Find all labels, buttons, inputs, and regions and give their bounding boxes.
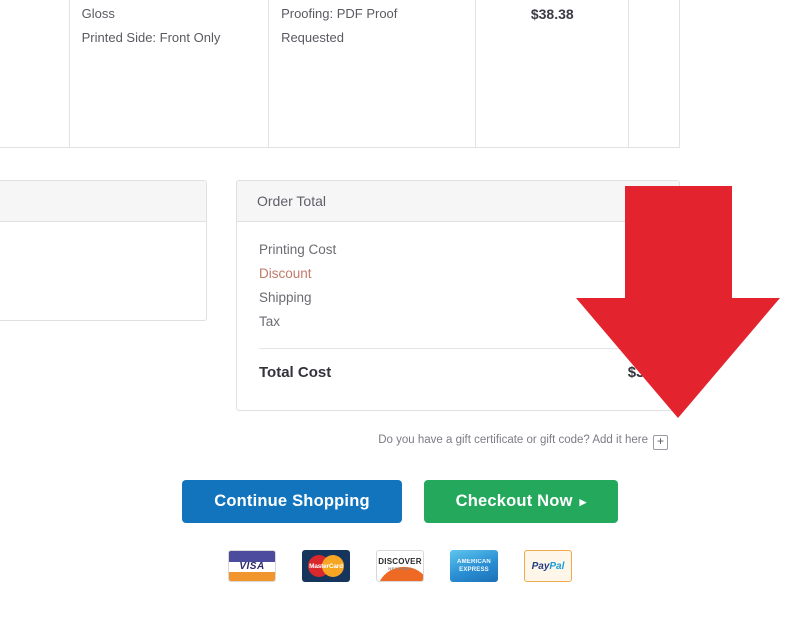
- discover-icon: DISCOVER NETWORK: [376, 550, 424, 582]
- spec-proofing-continued: Requested: [281, 30, 344, 45]
- order-total-row-discount: Discount: [259, 262, 657, 286]
- order-total-panel-body: Printing Cost $ Discount Shipping Tax To…: [237, 222, 679, 395]
- paypal-icon: Pay Pal: [524, 550, 572, 582]
- paypal-label-pay: Pay: [531, 560, 550, 572]
- cart-item-specs-cell: Size: 3.5" x 5" Paper Type: 14 pt. Cards…: [70, 0, 270, 147]
- checkout-now-button[interactable]: Checkout Now ▸: [424, 480, 618, 523]
- printing-cost-value: $: [649, 242, 657, 257]
- visa-icon: VISA: [228, 550, 276, 582]
- cart-item-table: Size: 3.5" x 5" Paper Type: 14 pt. Cards…: [0, 0, 680, 148]
- delivery-date-panel: livery Date w options: [0, 180, 207, 321]
- plus-icon[interactable]: +: [653, 435, 668, 450]
- cart-item-price-cell: $38.38: [476, 0, 630, 147]
- spec-proofing: Proofing: PDF Proof: [281, 6, 398, 21]
- delivery-date-panel-body: w options: [0, 222, 206, 301]
- visa-bottom-band: [229, 572, 275, 581]
- checkout-now-label: Checkout Now: [455, 492, 573, 510]
- spec-printed-side: Printed Side: Front Only: [81, 30, 221, 45]
- printing-cost-label: Printing Cost: [259, 242, 337, 257]
- discover-sublabel: NETWORK: [388, 566, 412, 571]
- paypal-label-pal: Pal: [549, 560, 565, 572]
- mastercard-label: MasterCard: [309, 562, 343, 570]
- spec-paper-finish: Gloss: [81, 6, 115, 21]
- cart-action-buttons: Continue Shopping Checkout Now ▸: [0, 480, 800, 523]
- accepted-payment-methods: VISA MasterCard DISCOVER NETWORK AMERICA…: [0, 550, 800, 582]
- order-total-row-tax: Tax: [259, 310, 657, 334]
- visa-label: VISA: [239, 560, 265, 572]
- chevron-right-icon: ▸: [579, 493, 587, 509]
- discount-label: Discount: [259, 266, 312, 281]
- cart-item-thumbnail-cell: [0, 0, 70, 147]
- mastercard-icon: MasterCard: [302, 550, 350, 582]
- gift-code-text: Do you have a gift certificate or gift c…: [378, 434, 648, 446]
- cart-item-price: $38.38: [530, 6, 574, 22]
- tax-label: Tax: [259, 314, 281, 329]
- order-total-panel: Order Total Printing Cost $ Discount Shi…: [236, 180, 680, 411]
- cart-item-options-cell: Turnaround: 3 Business Days Proofing: PD…: [269, 0, 477, 147]
- total-cost-label: Total Cost: [259, 364, 332, 381]
- amex-icon: AMERICAN EXPRESS: [450, 550, 498, 582]
- order-total-row-total-cost: Total Cost $38.: [259, 361, 657, 385]
- gift-code-line: Do you have a gift certificate or gift c…: [0, 434, 680, 450]
- order-total-panel-title: Order Total: [237, 181, 679, 222]
- order-total-divider: [259, 348, 657, 349]
- shipping-label: Shipping: [259, 290, 312, 305]
- order-total-row-shipping: Shipping: [259, 286, 657, 310]
- delivery-date-panel-title: livery Date: [0, 181, 206, 222]
- table-row: Size: 3.5" x 5" Paper Type: 14 pt. Cards…: [0, 0, 679, 147]
- order-total-row-printing-cost: Printing Cost $: [259, 238, 657, 262]
- total-cost-value: $38.: [627, 364, 657, 381]
- continue-shopping-button[interactable]: Continue Shopping: [182, 480, 402, 523]
- discover-label: DISCOVER: [378, 557, 422, 566]
- amex-label: AMERICAN EXPRESS: [457, 559, 491, 573]
- cart-item-quantity-cell: [629, 0, 679, 147]
- continue-shopping-label: Continue Shopping: [214, 492, 370, 510]
